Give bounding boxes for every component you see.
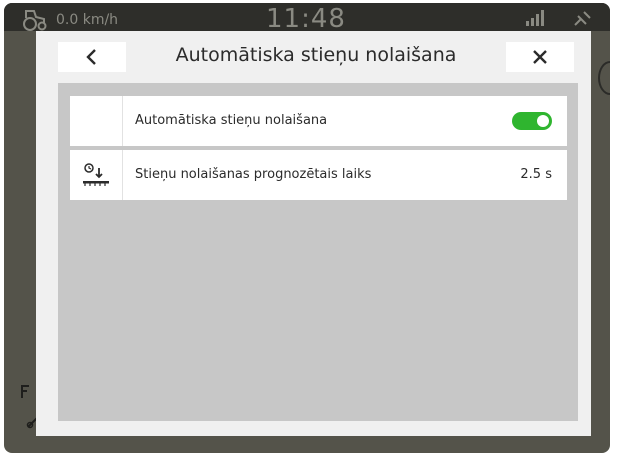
setting-row-lowering-time[interactable]: Stieņu nolaišanas prognozētais laiks 2.5… [70, 150, 567, 200]
background-map-marker [598, 61, 610, 95]
close-icon [533, 50, 547, 64]
setting-value: 2.5 s [520, 167, 552, 182]
setting-label: Automātiska stieņu nolaišana [135, 113, 328, 128]
dialog-title: Automātiska stieņu nolaišana [175, 44, 457, 66]
close-button[interactable] [506, 42, 574, 72]
toggle-knob [537, 115, 549, 127]
terminal-screen: 0.0 km/h 11:48 Automātiska stieņu nolaiš… [4, 3, 610, 453]
row-icon-cell [70, 96, 123, 146]
signal-icon [526, 10, 544, 26]
gps-satellite-icon [574, 11, 591, 26]
row-icon-cell [70, 150, 123, 200]
tool-icon [21, 385, 29, 398]
clock: 11:48 [266, 4, 346, 34]
dialog-header: Automātiska stieņu nolaišana [36, 31, 591, 83]
back-button[interactable] [58, 42, 126, 72]
setting-row-auto-lowering[interactable]: Automātiska stieņu nolaišana [70, 96, 567, 146]
settings-dialog: Automātiska stieņu nolaišana Automātiska… [36, 31, 591, 436]
tractor-icon [23, 10, 47, 31]
status-bar: 0.0 km/h 11:48 [4, 3, 610, 34]
setting-label: Stieņu nolaišanas prognozētais laiks [135, 167, 372, 182]
speed-readout: 0.0 km/h [56, 12, 119, 28]
boom-lowering-icon [83, 163, 109, 186]
chevron-left-icon [86, 49, 96, 65]
settings-list: Automātiska stieņu nolaišana Stieņu nola… [58, 83, 578, 421]
auto-lowering-toggle[interactable] [512, 112, 552, 130]
